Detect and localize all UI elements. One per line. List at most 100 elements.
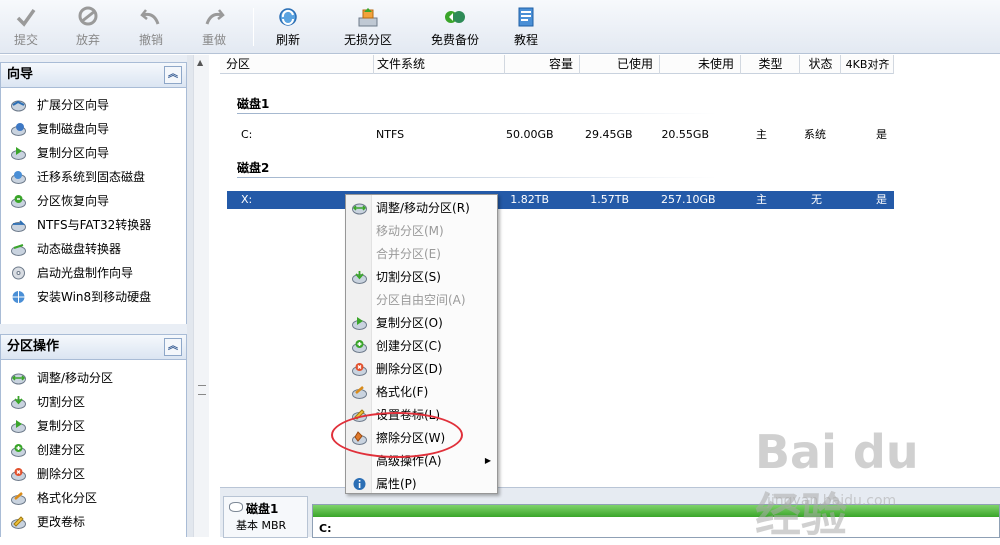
menu-item-label: 移动分区(M): [376, 224, 444, 238]
header-status[interactable]: 状态: [801, 55, 841, 74]
wizard-item-migrate-os[interactable]: 迁移系统到固态磁盘: [1, 165, 186, 189]
wizard-item-label: 复制分区向导: [37, 146, 110, 160]
menu-item-label: 格式化(F): [376, 385, 429, 399]
menu-item-label: 分区自由空间(A): [376, 293, 466, 307]
watermark-brand: Bai du 经验: [755, 425, 919, 542]
wizard-item-extend[interactable]: 扩展分区向导: [1, 93, 186, 117]
ops-item-format[interactable]: 格式化分区: [1, 486, 186, 510]
ops-item-label: 更改卷标: [37, 515, 86, 529]
extend-partition-icon: [11, 100, 26, 112]
wizard-panel-header: 向导 ︽: [0, 62, 187, 88]
menu-item-merge[interactable]: 合并分区(E): [347, 243, 497, 265]
header-type[interactable]: 类型: [742, 55, 800, 74]
scroll-grip[interactable]: [198, 385, 206, 395]
wizard-item-label: 启动光盘制作向导: [37, 266, 134, 280]
ops-list: 调整/移动分区 切割分区 复制分区 创建分区 删除分区 格式化分区 更改卷标: [0, 360, 187, 537]
discard-button[interactable]: 放弃: [70, 6, 106, 50]
tutorial-button[interactable]: 教程: [508, 6, 544, 50]
copy-disk-icon: [11, 123, 26, 136]
ops-panel-header: 分区操作 ︽: [0, 334, 187, 360]
free-backup-button[interactable]: 免费备份: [427, 6, 483, 50]
format-icon: [352, 386, 367, 399]
wizard-item-copy-partition[interactable]: 复制分区向导: [1, 141, 186, 165]
cell-unused: 257.10GB: [661, 193, 716, 206]
copy-partition-icon: [11, 147, 26, 160]
wizard-item-label: 扩展分区向导: [37, 98, 110, 112]
header-partition[interactable]: 分区: [226, 55, 374, 74]
discard-label: 放弃: [75, 33, 100, 47]
ops-item-label: 复制分区: [37, 419, 86, 433]
menu-item-move[interactable]: 移动分区(M): [347, 220, 497, 242]
wizard-list: 扩展分区向导 复制磁盘向导 复制分区向导 迁移系统到固态磁盘 分区恢复向导 NT…: [0, 88, 187, 324]
lossless-partition-label: 无损分区: [343, 33, 392, 47]
disk1-card[interactable]: 磁盘1 基本 MBR: [223, 496, 308, 538]
ops-panel-title: 分区操作: [7, 339, 60, 354]
wizard-item-recovery[interactable]: 分区恢复向导: [1, 189, 186, 213]
menu-item-split[interactable]: 切割分区(S): [347, 266, 497, 288]
partition-bar-label: C:: [319, 522, 332, 535]
disk2-title[interactable]: 磁盘2: [237, 159, 269, 176]
table-row-selected[interactable]: X: 1.82TB 1.57TB 257.10GB 主 无 是: [227, 191, 894, 209]
menu-item-copy[interactable]: 复制分区(O): [347, 312, 497, 334]
ops-item-resize-move[interactable]: 调整/移动分区: [1, 366, 186, 390]
menu-item-free-space[interactable]: 分区自由空间(A): [347, 289, 497, 311]
cell-partition: X:: [241, 193, 253, 206]
menu-item-delete[interactable]: 删除分区(D): [347, 358, 497, 380]
lossless-partition-button[interactable]: 无损分区: [338, 6, 398, 50]
split-icon: [352, 271, 367, 284]
undo-icon: [140, 9, 160, 25]
resize-move-icon: [11, 373, 26, 385]
wizard-item-win8[interactable]: 安装Win8到移动硬盘: [1, 285, 186, 309]
header-filesystem[interactable]: 文件系统: [375, 55, 505, 74]
ops-item-label-change[interactable]: 更改卷标: [1, 510, 186, 534]
header-used[interactable]: 已使用: [581, 55, 660, 74]
boot-disc-icon: [12, 266, 25, 280]
submit-label: 提交: [13, 33, 38, 47]
tutorial-label: 教程: [513, 33, 538, 47]
menu-item-label: 切割分区(S): [376, 270, 441, 284]
annotation-circle: [331, 412, 463, 458]
header-capacity[interactable]: 容量: [506, 55, 580, 74]
ops-item-delete[interactable]: 删除分区: [1, 462, 186, 486]
disk1-divider: [237, 113, 717, 114]
menu-item-label: 创建分区(C): [376, 339, 442, 353]
vertical-scrollbar[interactable]: ▲: [193, 55, 209, 537]
checkmark-icon: [16, 8, 36, 27]
wizard-item-copy-disk[interactable]: 复制磁盘向导: [1, 117, 186, 141]
ops-item-split[interactable]: 切割分区: [1, 390, 186, 414]
menu-item-resize-move[interactable]: 调整/移动分区(R): [347, 197, 497, 219]
copy-partition-icon: [352, 317, 367, 330]
scroll-up-icon[interactable]: ▲: [197, 58, 203, 67]
header-unused[interactable]: 未使用: [661, 55, 741, 74]
partition-recovery-icon: [11, 195, 26, 208]
cell-type: 主: [756, 193, 767, 206]
cell-capacity: 1.82TB: [510, 193, 549, 206]
redo-button[interactable]: 重做: [196, 6, 232, 50]
wizard-item-label: 安装Win8到移动硬盘: [37, 290, 152, 304]
wizard-item-converter[interactable]: NTFS与FAT32转换器: [1, 213, 186, 237]
info-icon: [353, 478, 366, 490]
collapse-wizard-button[interactable]: ︽: [164, 66, 182, 84]
ops-item-create[interactable]: 创建分区: [1, 438, 186, 462]
collapse-ops-button[interactable]: ︽: [164, 338, 182, 356]
cell-unused: 20.55GB: [661, 128, 709, 141]
submenu-arrow-icon: ▶: [484, 456, 491, 465]
menu-item-properties[interactable]: 属性(P): [347, 473, 497, 495]
lossless-partition-icon: [358, 8, 378, 27]
menu-item-format[interactable]: 格式化(F): [347, 381, 497, 403]
menu-item-create[interactable]: 创建分区(C): [347, 335, 497, 357]
header-4kb-align[interactable]: 4KB对齐: [842, 55, 894, 74]
undo-button[interactable]: 撤销: [133, 6, 169, 50]
disk1-title[interactable]: 磁盘1: [237, 95, 269, 112]
table-row[interactable]: C: NTFS 50.00GB 29.45GB 20.55GB 主 系统 是: [227, 126, 894, 144]
delete-partition-icon: [11, 468, 26, 481]
ops-item-copy[interactable]: 复制分区: [1, 414, 186, 438]
toolbar-separator: [253, 8, 254, 46]
wizard-item-boot-disc[interactable]: 启动光盘制作向导: [1, 261, 186, 285]
refresh-button[interactable]: 刷新: [270, 6, 306, 50]
submit-button[interactable]: 提交: [8, 6, 44, 50]
wizard-item-dynamic-disk[interactable]: 动态磁盘转换器: [1, 237, 186, 261]
menu-item-label: 合并分区(E): [376, 247, 441, 261]
cell-filesystem: NTFS: [376, 128, 405, 141]
menu-item-label: 删除分区(D): [376, 362, 443, 376]
